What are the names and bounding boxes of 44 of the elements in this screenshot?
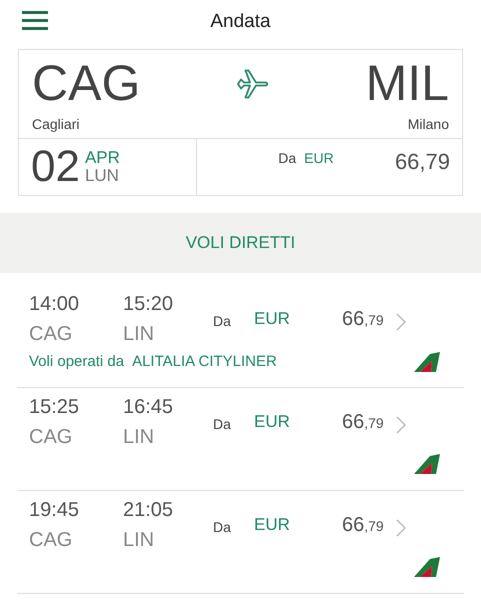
origin-city: Cagliari: [32, 115, 80, 134]
price-text: 66,79: [342, 307, 384, 332]
origin-code: CAG: [32, 54, 140, 113]
currency-label: EUR: [304, 149, 334, 168]
chevron-right-icon[interactable]: [396, 519, 406, 537]
flight-row[interactable]: 15:25 16:45 CAG LIN Da EUR 66,79: [17, 388, 464, 491]
from-label: Da: [213, 415, 232, 434]
currency-label: EUR: [254, 308, 291, 330]
chevron-right-icon[interactable]: [396, 416, 406, 434]
tail-logo-icon: [414, 557, 440, 577]
from-label: Da: [213, 312, 232, 331]
price-text: 66,79: [342, 410, 384, 435]
price-text: 66,79: [394, 148, 450, 176]
currency-label: EUR: [254, 411, 291, 434]
tail-logo-icon: [414, 454, 440, 474]
date-day: 02: [31, 145, 80, 189]
currency-label: EUR: [254, 514, 291, 536]
flight-row[interactable]: 14:00 15:20 CAG LIN Da EUR 66,79 Voli operati da ALITALIA CITYLINER: [17, 285, 464, 388]
arrival-time: 15:20: [123, 292, 174, 317]
date-weekday: LUN: [84, 167, 120, 185]
destination-city: Milano: [408, 115, 449, 134]
from-label: Da: [213, 518, 232, 537]
operator-text: Voli operati da ALITALIA CITYLINER: [29, 352, 277, 372]
arrival-time: 16:45: [123, 395, 174, 420]
arrival-time: 21:05: [123, 498, 174, 523]
price-text: 66,79: [342, 513, 384, 538]
departure-airport: CAG: [29, 322, 74, 347]
destination-code: MIL: [366, 54, 449, 113]
flight-row[interactable]: 19:45 21:05 CAG LIN Da EUR 66,79: [17, 491, 464, 594]
departure-airport: CAG: [29, 425, 74, 450]
menu-icon[interactable]: [22, 10, 48, 30]
chevron-right-icon[interactable]: [396, 313, 406, 331]
arrival-airport: LIN: [123, 322, 156, 347]
tail-logo-icon: [414, 352, 440, 372]
departure-time: 19:45: [29, 498, 80, 523]
section-title: VOLI DIRETTI: [186, 232, 296, 254]
departure-airport: CAG: [29, 528, 74, 553]
arrival-airport: LIN: [123, 528, 156, 553]
date-month: APR: [84, 149, 120, 167]
from-label: Da: [278, 149, 296, 168]
departure-time: 14:00: [29, 292, 80, 317]
screen-title: Andata: [210, 10, 271, 34]
departure-time: 15:25: [29, 395, 80, 420]
arrival-airport: LIN: [123, 425, 156, 450]
